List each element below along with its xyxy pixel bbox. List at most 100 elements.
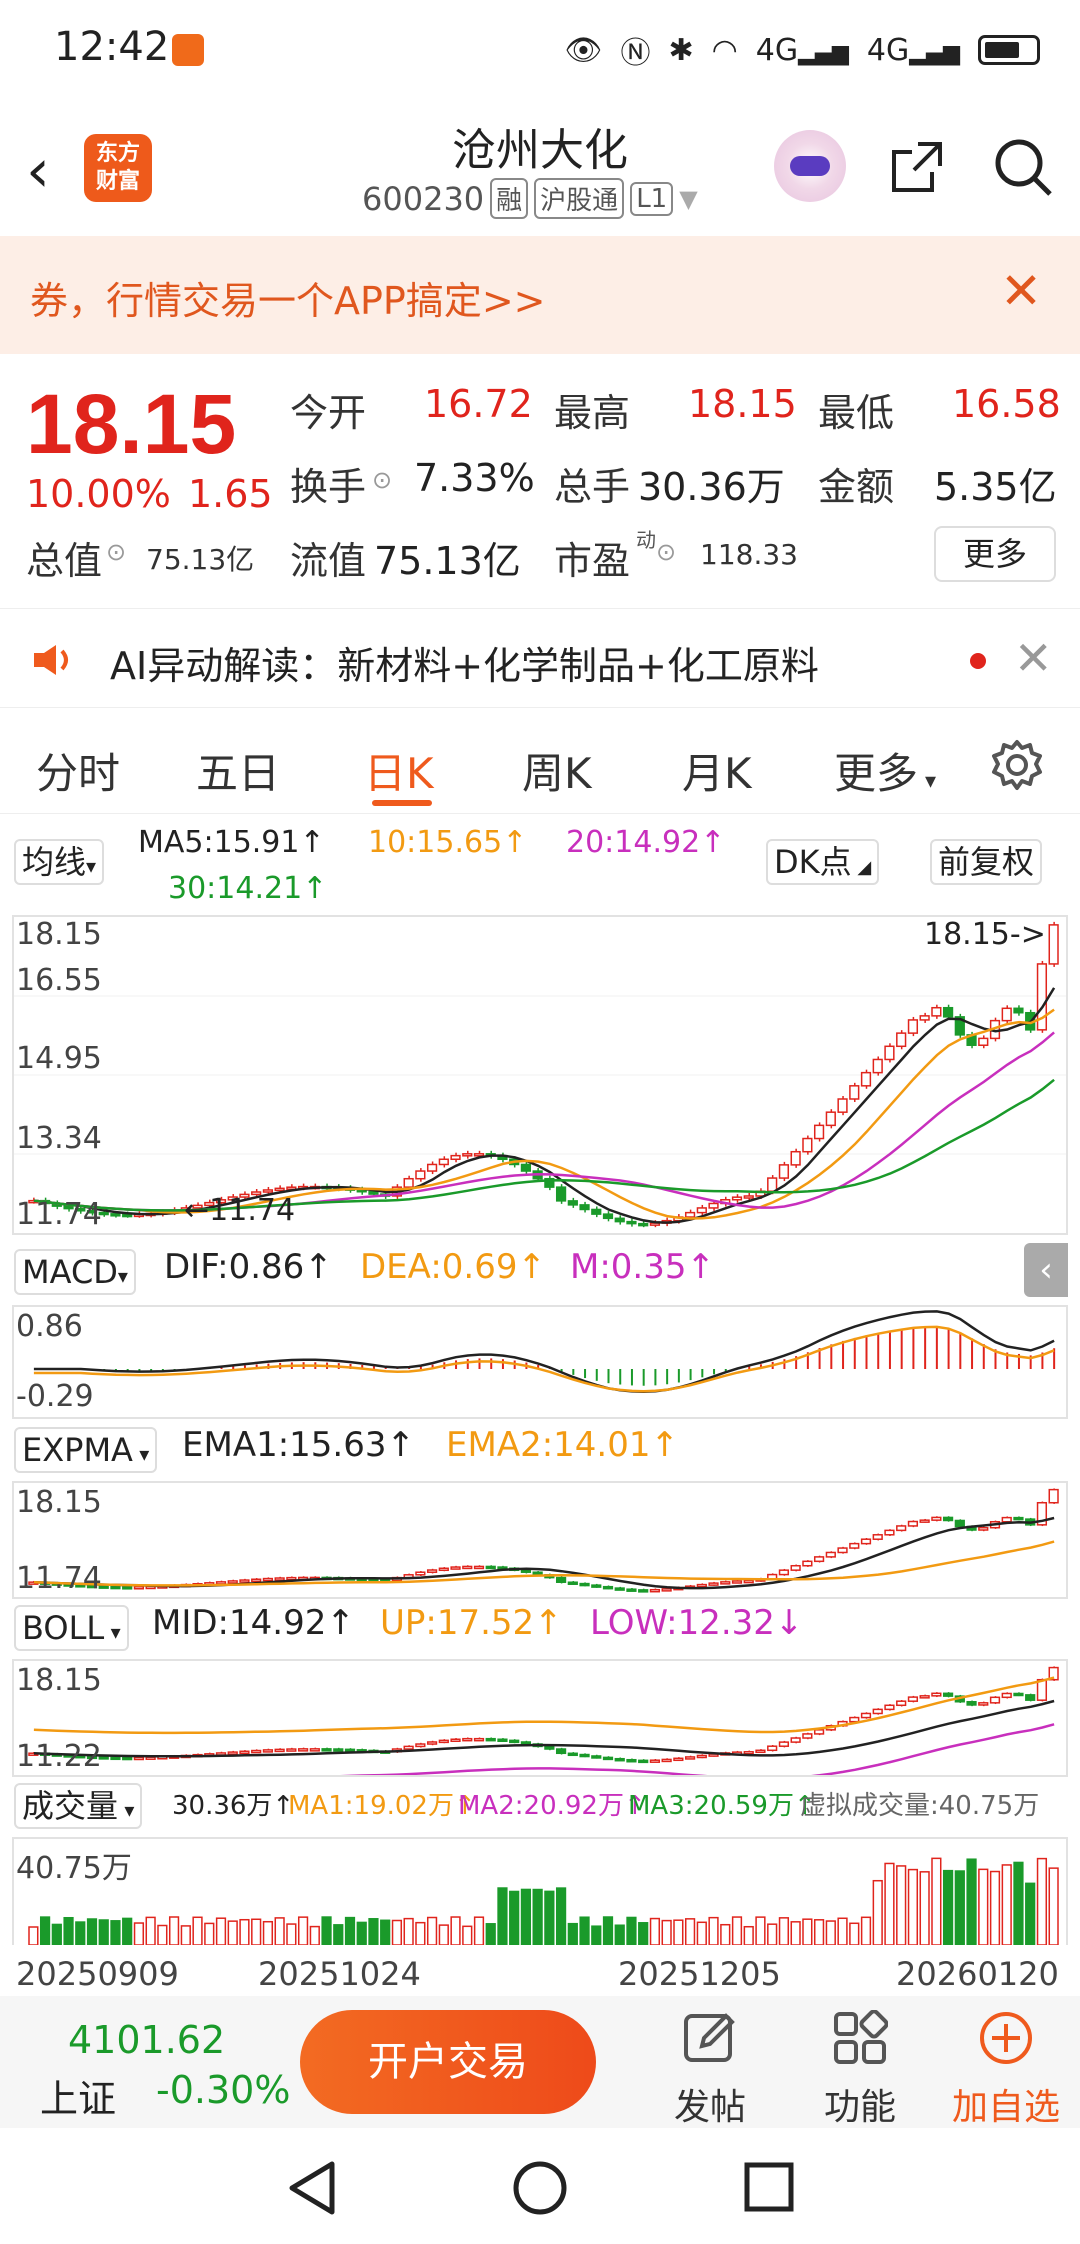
- candle-body: [813, 1556, 825, 1563]
- expma-panel[interactable]: 18.15 11.74: [12, 1481, 1068, 1599]
- post-button[interactable]: 发帖: [650, 2010, 770, 2130]
- open-account-trade-button[interactable]: 开户交易: [300, 2010, 596, 2114]
- tab-intraday[interactable]: 分时: [36, 740, 120, 801]
- macd-panel[interactable]: 0.86 -0.29: [12, 1305, 1068, 1419]
- tab-more[interactable]: 更多 ▾: [834, 740, 936, 801]
- volume-bar: [227, 1920, 238, 1945]
- dk-point-button[interactable]: DK点 ◢: [766, 839, 880, 885]
- candle-body: [1001, 1692, 1012, 1699]
- open-label: 今开: [290, 391, 367, 435]
- current-price: 18.15: [26, 377, 237, 471]
- candle-body: [485, 1737, 496, 1742]
- status-time: 12:42: [54, 24, 170, 70]
- stock-code-row[interactable]: 600230 融 沪股通 L1 ▼: [362, 178, 698, 219]
- volume-bar: [51, 1923, 62, 1945]
- volume-bar: [239, 1918, 250, 1945]
- mktcap-value: 75.13亿: [146, 543, 255, 576]
- tab-weekly-k[interactable]: 周K: [522, 740, 592, 801]
- search-icon[interactable]: [992, 136, 1054, 198]
- volume-bar: [708, 1916, 719, 1945]
- candle-body: [1025, 1694, 1036, 1701]
- candle-body: [731, 1196, 743, 1201]
- expma-axis-label: 18.15: [16, 1485, 102, 1520]
- macd-axis-label: 0.86: [16, 1309, 83, 1344]
- candle-body: [450, 1738, 461, 1742]
- candle-body: [931, 1516, 942, 1521]
- nav-recents-icon[interactable]: [744, 2162, 794, 2212]
- boll-selector[interactable]: BOLL ▾: [14, 1605, 129, 1651]
- close-icon[interactable]: ✕: [1000, 262, 1042, 320]
- info-icon[interactable]: ⊙: [372, 466, 392, 494]
- volume-bar: [262, 1920, 274, 1945]
- tab-five-day[interactable]: 五日: [196, 740, 280, 801]
- tab-daily-k[interactable]: 日K: [364, 740, 434, 801]
- open-value: 16.72: [424, 382, 533, 426]
- share-icon[interactable]: [888, 138, 946, 196]
- volume-bar: [614, 1924, 625, 1945]
- volume-bar: [872, 1879, 883, 1945]
- candle-body: [110, 1756, 121, 1761]
- candle-body: [262, 1577, 274, 1582]
- candle-body: [696, 1207, 707, 1214]
- speaker-icon: [34, 645, 68, 675]
- kline-panel[interactable]: 18.15 16.55 14.95 13.34 11.74 18.15-> ←1…: [12, 915, 1068, 1235]
- collapse-handle[interactable]: ‹: [1024, 1243, 1068, 1297]
- candle-body: [274, 1577, 285, 1581]
- pe-value: 118.33: [700, 538, 798, 571]
- candle-body: [415, 1743, 426, 1748]
- candle-body: [567, 1581, 578, 1585]
- high-value: 18.15: [688, 382, 797, 426]
- info-icon[interactable]: ⊙: [656, 538, 676, 566]
- volume-bar: [1048, 1867, 1059, 1945]
- candle-body: [860, 1538, 872, 1545]
- candle-body: [931, 1006, 942, 1017]
- more-button[interactable]: 更多: [934, 526, 1056, 582]
- candle-body: [602, 1756, 614, 1761]
- volume-bar: [391, 1919, 403, 1945]
- candle-body: [661, 1758, 672, 1763]
- nav-home-icon[interactable]: [512, 2160, 568, 2216]
- volume-panel[interactable]: 40.75万: [12, 1837, 1068, 1945]
- expma-selector[interactable]: EXPMA ▾: [14, 1427, 158, 1473]
- volume-bar: [931, 1857, 942, 1945]
- volume-bar: [380, 1919, 391, 1945]
- promo-banner[interactable]: 券，行情交易一个APP搞定>> ✕: [0, 236, 1080, 354]
- candle-body: [133, 1756, 145, 1761]
- macd-selector[interactable]: MACD▾: [14, 1249, 136, 1295]
- volume-bar: [509, 1890, 520, 1945]
- candle-body: [931, 1692, 942, 1697]
- candle-body: [438, 1739, 449, 1744]
- vma1-value: MA1:19.02万↑: [288, 1791, 476, 1821]
- candle-body: [450, 1154, 461, 1161]
- close-icon[interactable]: ✕: [1014, 631, 1053, 685]
- candle-body: [239, 1750, 250, 1755]
- add-watchlist-button[interactable]: 加自选: [946, 2010, 1066, 2130]
- candle-body: [110, 1585, 121, 1590]
- volume-bar: [192, 1916, 203, 1945]
- volume-bar: [168, 1916, 180, 1945]
- tab-monthly-k[interactable]: 月K: [682, 740, 752, 801]
- m-value: M:0.35↑: [570, 1247, 715, 1287]
- gear-icon[interactable]: [990, 738, 1044, 792]
- candle-body: [251, 1578, 262, 1583]
- k-axis-label: 16.55: [16, 963, 102, 998]
- boll-panel[interactable]: 18.15 11.22: [12, 1659, 1068, 1777]
- volume-selector[interactable]: 成交量 ▾: [14, 1783, 143, 1829]
- candle-body: [403, 1177, 414, 1188]
- candle-body: [954, 1519, 965, 1528]
- candle-body: [860, 1071, 872, 1087]
- ai-insight-row[interactable]: AI异动解读：新材料+化学制品+化工原料 ✕: [0, 608, 1080, 708]
- info-icon[interactable]: ⊙: [106, 538, 126, 566]
- candle-body: [1013, 1516, 1024, 1521]
- candle-body: [802, 1137, 813, 1153]
- macd-svg: [33, 1310, 1056, 1394]
- adjust-button[interactable]: 前复权: [930, 839, 1043, 885]
- ai-assistant-avatar[interactable]: [774, 130, 846, 202]
- nav-back-icon[interactable]: [286, 2160, 338, 2216]
- candle-body: [614, 1587, 625, 1591]
- ma-selector[interactable]: 均线▾: [14, 839, 105, 885]
- candle-body: [462, 1737, 473, 1742]
- candle-body: [426, 1569, 438, 1573]
- volume-bar: [157, 1924, 168, 1945]
- function-button[interactable]: 功能: [800, 2009, 920, 2130]
